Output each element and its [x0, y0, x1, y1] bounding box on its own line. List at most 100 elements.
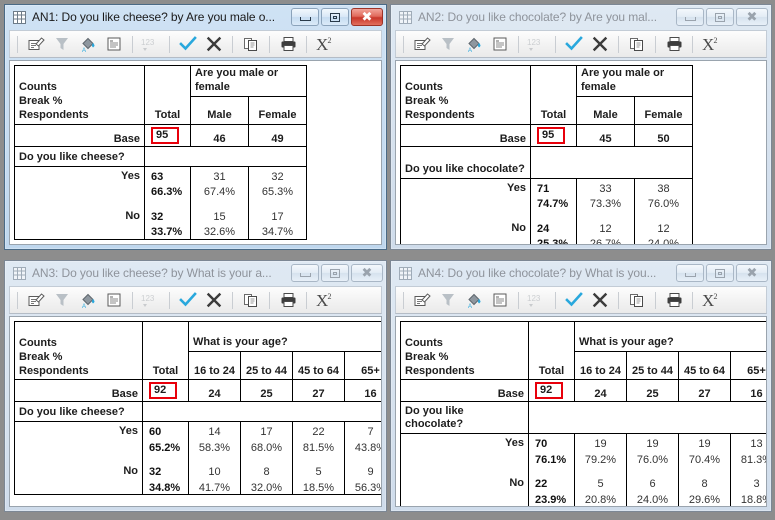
- data-cell[interactable]: 13 81.3% 3 18.8%: [730, 433, 766, 506]
- toolbar-chi-square-icon[interactable]: X2: [313, 33, 337, 55]
- toolbar-filter-icon[interactable]: [436, 33, 460, 55]
- base-cell[interactable]: 46: [190, 123, 249, 147]
- base-cell[interactable]: 45: [576, 123, 635, 147]
- toolbar-copy-icon[interactable]: [625, 289, 649, 311]
- toolbar-print-icon[interactable]: [662, 289, 686, 311]
- toolbar-cancel-x-icon[interactable]: [202, 289, 226, 311]
- total-values-cell[interactable]: 60 65.2% 32 34.8%: [142, 421, 189, 495]
- toolbar-print-icon[interactable]: [276, 289, 300, 311]
- table-client-area[interactable]: Counts Break % Respondents Total What is you…: [9, 316, 382, 507]
- toolbar-filter-icon[interactable]: [50, 289, 74, 311]
- table-client-area[interactable]: Counts Break % Respondents Total What is you…: [395, 316, 767, 507]
- toolbar-edit-properties-icon[interactable]: [24, 33, 48, 55]
- close-button[interactable]: ✖: [351, 8, 383, 26]
- toolbar-text-document-icon[interactable]: [488, 33, 512, 55]
- base-cell[interactable]: 16: [730, 379, 766, 402]
- base-total-cell[interactable]: 92: [142, 379, 189, 402]
- titlebar[interactable]: AN4: Do you like chocolate? by What is y…: [391, 261, 771, 285]
- toolbar-chi-square-icon[interactable]: X2: [313, 289, 337, 311]
- table-client-area[interactable]: Counts Break % Respondents Total Are you mal…: [9, 60, 382, 245]
- crosstab-table[interactable]: Counts Break % Respondents Total What is you…: [14, 321, 381, 495]
- base-cell[interactable]: 16: [344, 379, 381, 402]
- total-values-cell[interactable]: 71 74.7% 24 25.3%: [530, 177, 577, 244]
- minimize-button[interactable]: [291, 8, 319, 26]
- data-cell[interactable]: 33 73.3% 12 26.7%: [576, 177, 635, 244]
- close-button[interactable]: ✖: [351, 264, 383, 282]
- maximize-button[interactable]: [706, 264, 734, 282]
- data-cell[interactable]: 22 81.5% 5 18.5%: [292, 421, 345, 495]
- window-an1[interactable]: AN1: Do you like cheese? by Are you male…: [4, 4, 387, 250]
- toolbar-paint-bucket-icon[interactable]: A: [462, 289, 486, 311]
- toolbar-edit-properties-icon[interactable]: [410, 33, 434, 55]
- maximize-button[interactable]: [706, 8, 734, 26]
- toolbar-edit-properties-icon[interactable]: [410, 289, 434, 311]
- table-row[interactable]: Yes No 60 65.2% 32 34.8% 14 58.3% 10 41.7…: [14, 421, 381, 495]
- toolbar-print-icon[interactable]: [276, 33, 300, 55]
- close-button[interactable]: ✖: [736, 264, 768, 282]
- table-row[interactable]: Yes No 63 66.3% 32 33.7% 31 67.4% 15 32.6…: [14, 165, 307, 240]
- titlebar[interactable]: AN2: Do you like chocolate? by Are you m…: [391, 5, 771, 29]
- table-client-area[interactable]: Counts Break % Respondents Total Are you mal…: [395, 60, 767, 245]
- toolbar-check-icon[interactable]: [176, 289, 200, 311]
- toolbar-text-document-icon[interactable]: [488, 289, 512, 311]
- toolbar-paint-bucket-icon[interactable]: A: [76, 289, 100, 311]
- data-cell[interactable]: 17 68.0% 8 32.0%: [240, 421, 293, 495]
- total-values-cell[interactable]: 70 76.1% 22 23.9%: [528, 433, 575, 506]
- toolbar-paint-bucket-icon[interactable]: A: [76, 33, 100, 55]
- base-cell[interactable]: 25: [626, 379, 679, 402]
- close-button[interactable]: ✖: [736, 8, 768, 26]
- toolbar-print-icon[interactable]: [662, 33, 686, 55]
- toolbar-paint-bucket-icon[interactable]: A: [462, 33, 486, 55]
- base-cell[interactable]: 27: [292, 379, 345, 402]
- base-cell[interactable]: 24: [188, 379, 241, 402]
- data-cell[interactable]: 19 70.4% 8 29.6%: [678, 433, 731, 506]
- data-cell[interactable]: 19 76.0% 6 24.0%: [626, 433, 679, 506]
- toolbar-chi-square-icon[interactable]: X2: [699, 33, 723, 55]
- data-cell[interactable]: 31 67.4% 15 32.6%: [190, 165, 249, 240]
- data-cell[interactable]: 32 65.3% 17 34.7%: [248, 165, 307, 240]
- crosstab-table[interactable]: Counts Break % Respondents Total What is you…: [400, 321, 766, 506]
- base-cell[interactable]: 24: [574, 379, 627, 402]
- minimize-button[interactable]: [291, 264, 319, 282]
- maximize-button[interactable]: [321, 8, 349, 26]
- toolbar-copy-icon[interactable]: [625, 33, 649, 55]
- toolbar-check-icon[interactable]: [562, 289, 586, 311]
- toolbar-check-icon[interactable]: [176, 33, 200, 55]
- window-an2[interactable]: AN2: Do you like chocolate? by Are you m…: [390, 4, 772, 250]
- base-cell[interactable]: 49: [248, 123, 307, 147]
- window-an4[interactable]: AN4: Do you like chocolate? by What is y…: [390, 260, 772, 512]
- data-cell[interactable]: 38 76.0% 12 24.0%: [634, 177, 693, 244]
- base-total-cell[interactable]: 95: [530, 123, 577, 147]
- toolbar-edit-properties-icon[interactable]: [24, 289, 48, 311]
- toolbar-cancel-x-icon[interactable]: [588, 33, 612, 55]
- toolbar-cancel-x-icon[interactable]: [588, 289, 612, 311]
- toolbar-filter-icon[interactable]: [50, 33, 74, 55]
- base-cell[interactable]: 50: [634, 123, 693, 147]
- titlebar[interactable]: AN1: Do you like cheese? by Are you male…: [5, 5, 386, 29]
- base-cell[interactable]: 27: [678, 379, 731, 402]
- data-cell[interactable]: 7 43.8% 9 56.3%: [344, 421, 381, 495]
- total-values-cell[interactable]: 63 66.3% 32 33.7%: [144, 165, 191, 240]
- minimize-button[interactable]: [676, 8, 704, 26]
- window-an3[interactable]: AN3: Do you like cheese? by What is your…: [4, 260, 387, 512]
- toolbar-copy-icon[interactable]: [239, 33, 263, 55]
- base-total-cell[interactable]: 95: [144, 123, 191, 147]
- data-cell[interactable]: 14 58.3% 10 41.7%: [188, 421, 241, 495]
- crosstab-table[interactable]: Counts Break % Respondents Total Are you mal…: [400, 65, 693, 244]
- table-row[interactable]: Yes No 71 74.7% 24 25.3% 33 73.3% 12 26.7…: [400, 177, 693, 244]
- toolbar-filter-icon[interactable]: [436, 289, 460, 311]
- maximize-button[interactable]: [321, 264, 349, 282]
- toolbar-cancel-x-icon[interactable]: [202, 33, 226, 55]
- base-cell[interactable]: 25: [240, 379, 293, 402]
- toolbar-text-document-icon[interactable]: [102, 33, 126, 55]
- toolbar-chi-square-icon[interactable]: X2: [699, 289, 723, 311]
- base-total-cell[interactable]: 92: [528, 379, 575, 402]
- toolbar-text-document-icon[interactable]: [102, 289, 126, 311]
- minimize-button[interactable]: [676, 264, 704, 282]
- titlebar[interactable]: AN3: Do you like cheese? by What is your…: [5, 261, 386, 285]
- toolbar-check-icon[interactable]: [562, 33, 586, 55]
- crosstab-table[interactable]: Counts Break % Respondents Total Are you mal…: [14, 65, 307, 240]
- toolbar-copy-icon[interactable]: [239, 289, 263, 311]
- table-row[interactable]: Yes No 70 76.1% 22 23.9% 19 79.2% 5 20.8%…: [400, 433, 766, 506]
- data-cell[interactable]: 19 79.2% 5 20.8%: [574, 433, 627, 506]
